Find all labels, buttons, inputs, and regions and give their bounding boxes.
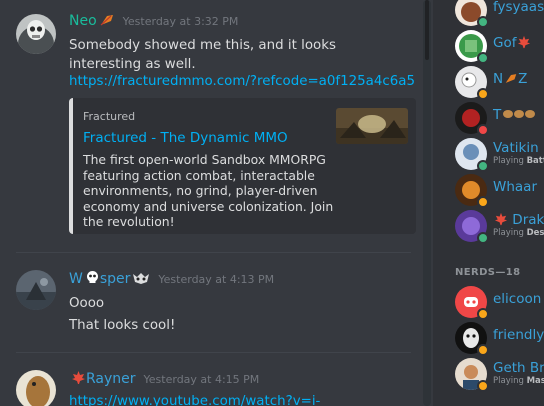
activity-prefix: Playing bbox=[493, 156, 524, 166]
embed-description-line: featuring action combat, interactable bbox=[83, 167, 315, 183]
embed-description: The first open-world Sandbox MMORPG feat… bbox=[83, 152, 333, 230]
member-activity: Playing Mass bbox=[493, 376, 544, 386]
member-item[interactable]: elicoon bbox=[433, 282, 544, 322]
leaf-badge-icon bbox=[99, 13, 115, 32]
member-name[interactable]: elicoon bbox=[493, 291, 541, 307]
member-name[interactable]: T bbox=[493, 107, 536, 125]
timestamp: Yesterday at 4:13 PM bbox=[158, 273, 275, 286]
embed-provider: Fractured bbox=[83, 110, 136, 123]
link-embed: Fractured Fractured - The Dynamic MMO Th… bbox=[69, 98, 416, 234]
message-text: Somebody showed me this, and it looks bbox=[69, 38, 336, 53]
embed-description-line: environments, no grind, player-driven bbox=[83, 183, 318, 198]
embed-title[interactable]: Fractured - The Dynamic MMO bbox=[83, 130, 288, 146]
bat-mask-icon bbox=[132, 271, 150, 290]
member-name[interactable]: Vatikin bbox=[493, 140, 539, 156]
embed-description-line: the revolution! bbox=[83, 214, 175, 229]
message-link[interactable]: https://www.youtube.com/watch?v=i- bbox=[69, 392, 320, 406]
message-group: Rayner Yesterday at 4:15 PM https://www.y… bbox=[0, 370, 420, 406]
leaf-badge-icon bbox=[504, 72, 518, 89]
activity-prefix: Playing bbox=[493, 228, 524, 238]
member-item[interactable]: NZ bbox=[433, 62, 544, 102]
embed-description-line: economy and universe colonization. Join bbox=[83, 198, 334, 214]
member-group-header: NERDS—18 bbox=[455, 267, 521, 278]
status-idle-icon bbox=[477, 380, 489, 392]
member-item[interactable]: Whaar bbox=[433, 170, 544, 210]
member-item[interactable]: Gof bbox=[433, 26, 544, 66]
activity-prefix: Playing bbox=[493, 376, 524, 386]
username-suffix[interactable]: sper bbox=[100, 271, 131, 287]
message-divider bbox=[16, 352, 411, 353]
maple-leaf-icon bbox=[71, 370, 86, 390]
embed-description-line: The first open-world Sandbox MMORPG bbox=[83, 152, 326, 167]
member-list: fysyaasfi Gof NZ T Vatikin Playing Battl… bbox=[433, 0, 544, 406]
skull-icon bbox=[85, 270, 100, 290]
avatar[interactable] bbox=[16, 270, 56, 310]
maple-leaf-icon bbox=[517, 35, 531, 53]
timestamp: Yesterday at 3:32 PM bbox=[122, 15, 239, 28]
message-group: Neo Yesterday at 3:32 PM Somebody showed … bbox=[0, 12, 420, 242]
activity-name: Mass bbox=[526, 376, 544, 386]
activity-name: Battl bbox=[526, 156, 544, 166]
member-name-suffix: Z bbox=[518, 71, 528, 87]
member-name[interactable]: friendlyR bbox=[493, 327, 544, 343]
message-group: Wsper Yesterday at 4:13 PM Oooo That look… bbox=[0, 270, 420, 340]
member-item[interactable]: T bbox=[433, 98, 544, 138]
message-text: That looks cool! bbox=[69, 318, 176, 333]
member-name[interactable]: fysyaasfi bbox=[493, 0, 544, 15]
member-name[interactable]: Gof bbox=[493, 35, 531, 53]
member-item[interactable]: Geth Bria Playing Mass bbox=[433, 354, 544, 394]
chat-pane: Neo Yesterday at 3:32 PM Somebody showed … bbox=[0, 0, 433, 406]
username[interactable]: Neo bbox=[69, 13, 97, 29]
avatar[interactable] bbox=[16, 370, 56, 406]
member-name-text: T bbox=[493, 107, 502, 123]
username-prefix[interactable]: W bbox=[69, 271, 83, 287]
potato-icon bbox=[502, 107, 536, 125]
member-item[interactable]: friendlyR bbox=[433, 318, 544, 358]
avatar[interactable] bbox=[16, 14, 56, 54]
scrollbar-thumb[interactable] bbox=[425, 0, 429, 60]
member-item[interactable]: Vatikin Playing Battl bbox=[433, 134, 544, 174]
member-activity: Playing Dest bbox=[493, 228, 544, 238]
timestamp: Yesterday at 4:15 PM bbox=[143, 373, 260, 386]
message-link[interactable]: https://fracturedmmo.com/?refcode=a0f125… bbox=[69, 72, 415, 92]
status-online-icon bbox=[477, 232, 489, 244]
embed-thumbnail[interactable] bbox=[336, 108, 408, 144]
username[interactable]: Rayner bbox=[86, 371, 136, 387]
member-name[interactable]: NZ bbox=[493, 71, 527, 89]
activity-name: Dest bbox=[526, 228, 544, 238]
message-text: Oooo bbox=[69, 296, 105, 311]
member-name-text: Gof bbox=[493, 35, 517, 51]
member-name-text: Drak bbox=[512, 212, 544, 228]
member-name-text: N bbox=[493, 71, 504, 87]
member-activity: Playing Battl bbox=[493, 156, 544, 166]
member-name[interactable]: Geth Bria bbox=[493, 360, 544, 376]
member-item[interactable]: Drak Playing Dest bbox=[433, 206, 544, 246]
member-name[interactable]: Whaar bbox=[493, 179, 537, 195]
message-divider bbox=[16, 252, 411, 253]
scrollbar-track[interactable] bbox=[423, 0, 431, 406]
